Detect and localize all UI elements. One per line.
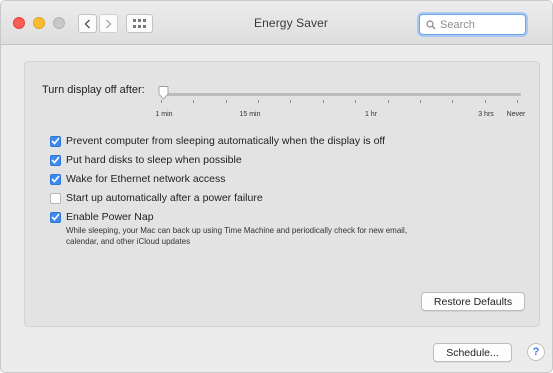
startup-power-failure-checkbox[interactable] [50,192,61,204]
wake-ethernet-checkbox[interactable] [50,173,61,185]
search-field[interactable] [419,14,526,35]
option-label: Put hard disks to sleep when possible [66,154,242,166]
option-prevent-sleep[interactable]: Prevent computer from sleeping automatic… [50,135,385,147]
title-bar: Energy Saver [1,1,552,45]
slider-tick [388,100,389,103]
display-off-slider-track[interactable] [161,93,521,96]
tick-label-1-min: 1 min [155,111,173,118]
close-window-button[interactable] [13,17,25,29]
display-off-label: Turn display off after: [42,84,145,96]
option-startup-power-failure[interactable]: Start up automatically after a power fai… [50,192,263,204]
slider-tick [161,100,162,103]
grid-icon [133,19,146,28]
slider-tick [452,100,453,103]
window-title: Energy Saver [254,16,328,30]
option-label: Start up automatically after a power fai… [66,192,263,204]
display-off-slider-knob[interactable] [158,86,169,100]
tick-label-never: Never [506,111,526,118]
power-nap-description: While sleeping, your Mac can back up usi… [66,225,506,247]
slider-tick [420,100,421,103]
restore-defaults-button[interactable]: Restore Defaults [421,292,525,311]
search-input[interactable] [440,18,520,31]
slider-ticks [161,100,521,104]
slider-tick [355,100,356,103]
schedule-button[interactable]: Schedule... [433,343,512,362]
tick-label-15-min: 15 min [239,111,261,118]
power-nap-checkbox[interactable] [50,211,61,223]
slider-tick [290,100,291,103]
chevron-left-icon [84,19,90,28]
forward-button[interactable] [99,14,118,33]
settings-panel: Turn display off after: 1 min 15 min 1 h… [24,61,540,327]
slider-tick [258,100,259,103]
slider-tick [485,100,486,103]
checkmark-icon [51,137,60,145]
help-button[interactable]: ? [527,343,545,361]
option-label: Wake for Ethernet network access [66,173,226,185]
minimize-window-button[interactable] [33,17,45,29]
slider-tick [323,100,324,103]
option-power-nap[interactable]: Enable Power Nap [50,211,154,223]
disk-sleep-checkbox[interactable] [50,154,61,166]
show-all-button[interactable] [126,14,153,33]
search-icon [426,19,436,29]
checkmark-icon [51,213,60,221]
checkmark-icon [51,175,60,183]
power-nap-description-line-2: calendar, and other iCloud updates [66,237,191,246]
prevent-sleep-checkbox[interactable] [50,135,61,147]
option-label: Enable Power Nap [66,211,154,223]
option-label: Prevent computer from sleeping automatic… [66,135,386,147]
checkmark-icon [51,156,60,164]
option-wake-ethernet[interactable]: Wake for Ethernet network access [50,173,226,185]
energy-saver-window: Energy Saver Turn display off after: 1 m… [0,0,553,373]
slider-tick [226,100,227,103]
tick-label-3-hrs: 3 hrs [478,111,494,118]
power-nap-description-line-1: While sleeping, your Mac can back up usi… [66,226,408,235]
chevron-right-icon [106,19,112,28]
tick-label-1-hr: 1 hr [364,111,378,118]
slider-tick [193,100,194,103]
option-disk-sleep[interactable]: Put hard disks to sleep when possible [50,154,242,166]
back-button[interactable] [78,14,97,33]
slider-tick [517,100,518,103]
zoom-window-button[interactable] [53,17,65,29]
